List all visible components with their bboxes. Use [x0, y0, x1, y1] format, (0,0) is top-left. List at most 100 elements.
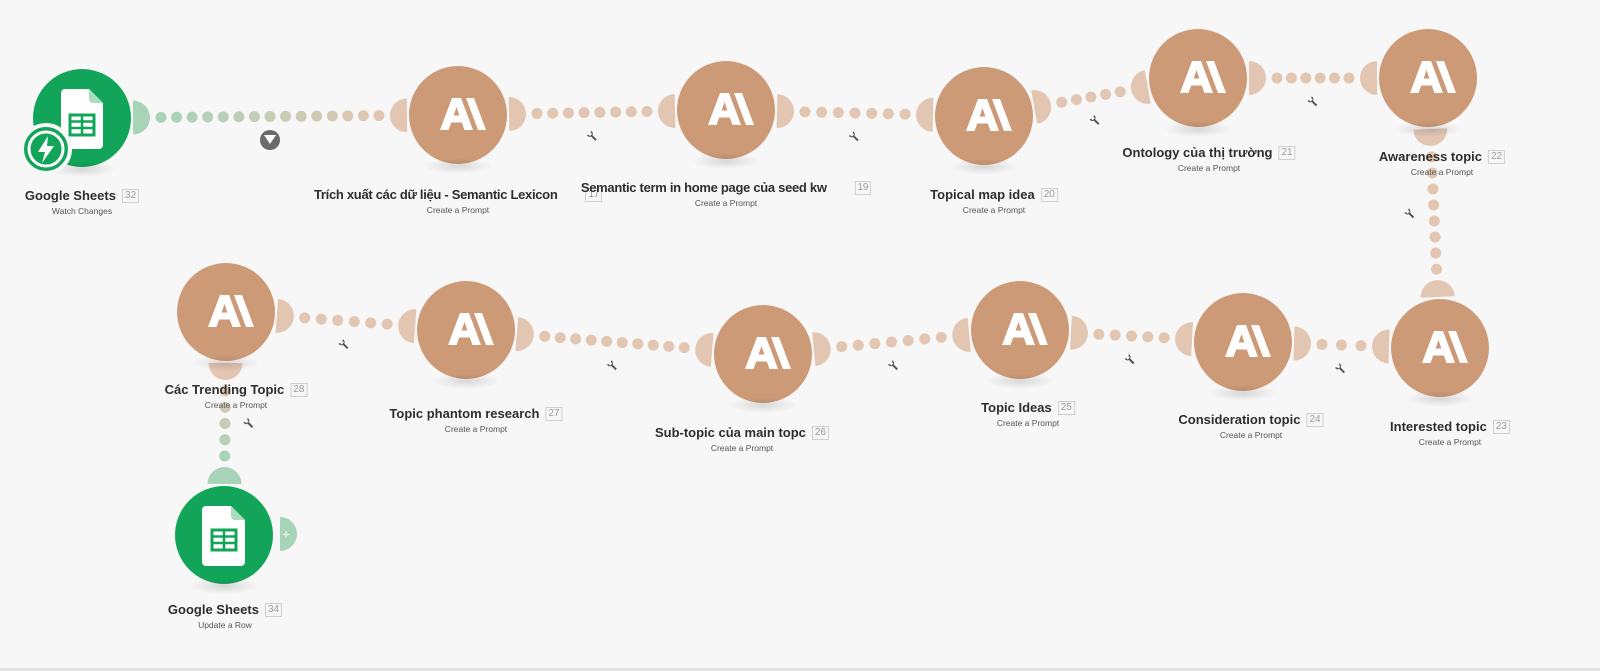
add-module-button[interactable]: + — [276, 517, 300, 551]
ai-logo-icon — [1002, 313, 1048, 345]
wrench-icon[interactable] — [243, 418, 255, 430]
module-id-badge: 34 — [264, 603, 283, 617]
module-title: Topic Ideas 25 — [981, 400, 1075, 415]
module-ai-create-prompt[interactable] — [1149, 29, 1247, 137]
module-ai-create-prompt[interactable] — [935, 67, 1033, 175]
wrench-icon[interactable] — [1335, 363, 1347, 375]
wrench-icon[interactable] — [586, 130, 599, 143]
module-ai-create-prompt[interactable] — [677, 61, 775, 169]
connector-handle[interactable] — [1293, 326, 1311, 361]
connector-handle[interactable] — [1175, 322, 1193, 357]
connector-handle[interactable] — [776, 94, 794, 129]
module-ai-create-prompt[interactable] — [1379, 29, 1477, 137]
connector-handle[interactable] — [508, 97, 526, 132]
connection-route[interactable] — [1271, 72, 1355, 84]
connection-route[interactable] — [1093, 328, 1170, 344]
connection-dot — [264, 111, 276, 122]
connector-handle[interactable] — [1130, 70, 1151, 104]
module-ai-create-prompt[interactable] — [177, 263, 275, 371]
wrench-icon[interactable] — [1089, 114, 1101, 127]
module-ai-create-prompt[interactable] — [971, 281, 1069, 389]
connection-route[interactable] — [1056, 86, 1126, 108]
connector-handle[interactable] — [1420, 280, 1455, 298]
wrench-icon[interactable] — [888, 360, 900, 372]
connection-dot — [852, 339, 864, 351]
module-google-sheets-update-row[interactable] — [175, 486, 273, 594]
module-name: Consideration topic — [1178, 412, 1301, 427]
instant-trigger-badge[interactable] — [20, 123, 72, 175]
module-name: Topical map idea — [930, 187, 1035, 202]
module-title: Topical map idea 20 — [930, 187, 1058, 202]
module-ai-create-prompt[interactable] — [1194, 293, 1292, 401]
filter-icon[interactable] — [260, 130, 280, 150]
connection-dot — [381, 318, 393, 330]
connector-handle[interactable] — [1070, 315, 1088, 350]
scenario-canvas[interactable]: Google Sheets 32 Watch Changes Trích xuất… — [0, 0, 1600, 668]
connector-handle[interactable] — [207, 467, 242, 485]
connection-dot — [1428, 199, 1440, 211]
ai-logo-icon — [1422, 331, 1468, 363]
wrench-icon[interactable] — [338, 339, 350, 351]
module-ai-create-prompt[interactable] — [417, 281, 515, 389]
connector-handle[interactable] — [1372, 329, 1390, 364]
module-label: Topic Ideas 25 Create a Prompt — [981, 400, 1075, 428]
connector-handle[interactable] — [390, 98, 408, 133]
connector-handle[interactable] — [812, 332, 831, 367]
connection-dot — [539, 330, 551, 342]
connection-route[interactable] — [531, 105, 653, 120]
module-ai-create-prompt[interactable] — [1391, 299, 1489, 407]
ai-logo-icon — [966, 99, 1012, 131]
module-label: Ontology của thị trường 21 Create a Prompt — [1122, 145, 1296, 173]
connection-route[interactable] — [539, 330, 690, 354]
connector-handle[interactable] — [515, 317, 534, 352]
wrench-icon[interactable] — [1307, 96, 1319, 108]
connection-dot — [570, 333, 582, 345]
module-name: Ontology của thị trường — [1122, 145, 1273, 160]
connection-dot — [1158, 332, 1170, 344]
wrench-icon[interactable] — [1124, 354, 1136, 366]
module-name: Awareness topic — [1378, 149, 1482, 164]
module-title: Trích xuất các dữ liệu - Semantic Lexico… — [314, 187, 603, 202]
connection-dot — [849, 107, 861, 119]
connector-handle[interactable] — [1360, 61, 1377, 95]
connector-handle[interactable] — [916, 97, 934, 132]
connection-dot — [882, 108, 894, 120]
module-label: Topic phantom research 27 Create a Prompt — [389, 406, 563, 434]
connector-handle[interactable] — [1031, 90, 1052, 124]
connector-handle[interactable] — [275, 298, 294, 333]
module-label: Consideration topic 24 Create a Prompt — [1178, 412, 1324, 440]
connection-dot — [594, 106, 606, 118]
wrench-icon[interactable] — [1404, 208, 1416, 220]
connector-handle[interactable] — [1249, 61, 1266, 95]
connection-dot — [217, 111, 229, 123]
connection-dot — [1126, 330, 1137, 342]
ai-logo-icon — [745, 337, 791, 369]
connection-route[interactable] — [299, 312, 393, 330]
connector-handle[interactable] — [952, 317, 971, 352]
module-action: Update a Row — [198, 620, 252, 630]
connection-dot — [280, 110, 292, 122]
module-action: Create a Prompt — [1418, 437, 1482, 447]
connection-dot — [625, 106, 637, 118]
connector-handle[interactable] — [132, 100, 150, 135]
connection-dot — [899, 108, 911, 120]
module-ai-create-prompt[interactable] — [714, 305, 812, 413]
connection-route[interactable] — [1316, 338, 1367, 352]
module-action: Create a Prompt — [1177, 163, 1241, 173]
connection-route[interactable] — [799, 106, 911, 120]
connection-dot — [1427, 183, 1439, 195]
module-ai-create-prompt[interactable] — [409, 66, 507, 174]
connection-route[interactable] — [155, 110, 385, 123]
connection-dot — [1329, 72, 1341, 84]
wrench-icon[interactable] — [606, 360, 619, 372]
wrench-icon[interactable] — [848, 131, 861, 143]
connection-route[interactable] — [836, 331, 947, 353]
module-id-badge: 19 — [854, 181, 872, 195]
connection-dot — [678, 342, 690, 354]
connector-handle[interactable] — [658, 93, 676, 128]
connector-handle[interactable] — [695, 332, 714, 367]
module-name: Google Sheets — [24, 188, 116, 203]
connection-dot — [663, 340, 675, 352]
module-action: Create a Prompt — [444, 424, 508, 434]
connector-handle[interactable] — [398, 309, 417, 344]
